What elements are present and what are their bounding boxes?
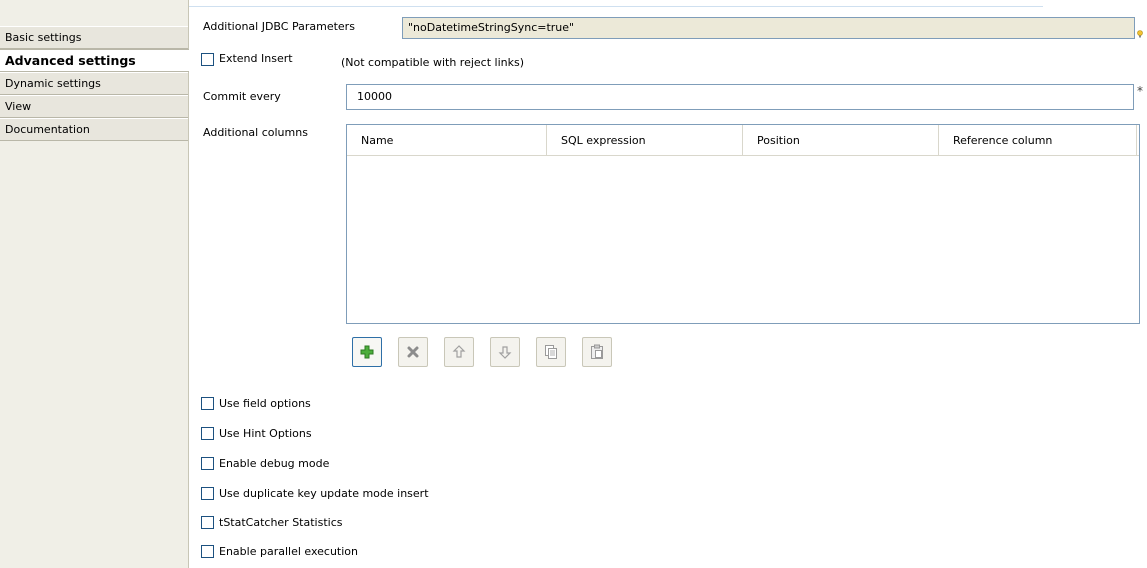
extend-insert-label: Extend Insert <box>219 52 293 65</box>
tab-basic-settings[interactable]: Basic settings <box>0 26 188 49</box>
required-marker: * <box>1137 84 1143 98</box>
plus-icon <box>360 345 374 359</box>
arrow-up-icon <box>452 345 466 358</box>
additional-columns-table[interactable]: Name SQL expression Position Reference c… <box>346 124 1140 324</box>
use-field-options-label: Use field options <box>219 397 311 410</box>
move-down-button[interactable] <box>490 337 520 367</box>
jdbc-parameters-label: Additional JDBC Parameters <box>203 20 355 33</box>
use-hint-options-label: Use Hint Options <box>219 427 312 440</box>
use-field-options-checkbox[interactable] <box>201 397 214 410</box>
column-header-position[interactable]: Position <box>743 125 939 155</box>
tab-documentation[interactable]: Documentation <box>0 118 188 141</box>
tstatcatcher-statistics-label: tStatCatcher Statistics <box>219 516 343 529</box>
column-header-sql-expression[interactable]: SQL expression <box>547 125 743 155</box>
settings-sidebar: Basic settings Advanced settings Dynamic… <box>0 0 189 568</box>
copy-icon <box>545 345 557 359</box>
duplicate-key-update-checkbox[interactable] <box>201 487 214 500</box>
extend-insert-checkbox[interactable] <box>201 53 214 66</box>
enable-parallel-execution-checkbox[interactable] <box>201 545 214 558</box>
remove-button[interactable] <box>398 337 428 367</box>
tab-view[interactable]: View <box>0 95 188 118</box>
column-header-name[interactable]: Name <box>347 125 547 155</box>
enable-parallel-execution-label: Enable parallel execution <box>219 545 358 558</box>
additional-columns-label: Additional columns <box>203 126 308 139</box>
jdbc-parameters-field[interactable]: "noDatetimeStringSync=true" <box>402 17 1135 39</box>
column-header-reference-column[interactable]: Reference column <box>939 125 1137 155</box>
copy-button[interactable] <box>536 337 566 367</box>
tab-dynamic-settings[interactable]: Dynamic settings <box>0 72 188 95</box>
arrow-down-icon <box>498 346 512 359</box>
add-button[interactable] <box>352 337 382 367</box>
enable-debug-mode-checkbox[interactable] <box>201 457 214 470</box>
extend-insert-note: (Not compatible with reject links) <box>341 56 524 69</box>
commit-every-label: Commit every <box>203 90 281 103</box>
table-header: Name SQL expression Position Reference c… <box>347 125 1139 156</box>
enable-debug-mode-label: Enable debug mode <box>219 457 330 470</box>
delete-x-icon <box>407 346 419 358</box>
lightbulb-icon <box>1137 28 1143 38</box>
commit-every-input[interactable]: 10000 <box>346 84 1134 110</box>
tab-advanced-settings[interactable]: Advanced settings <box>0 49 189 72</box>
tstatcatcher-statistics-checkbox[interactable] <box>201 516 214 529</box>
duplicate-key-update-label: Use duplicate key update mode insert <box>219 487 429 500</box>
paste-icon <box>591 344 603 359</box>
move-up-button[interactable] <box>444 337 474 367</box>
use-hint-options-checkbox[interactable] <box>201 427 214 440</box>
paste-button[interactable] <box>582 337 612 367</box>
